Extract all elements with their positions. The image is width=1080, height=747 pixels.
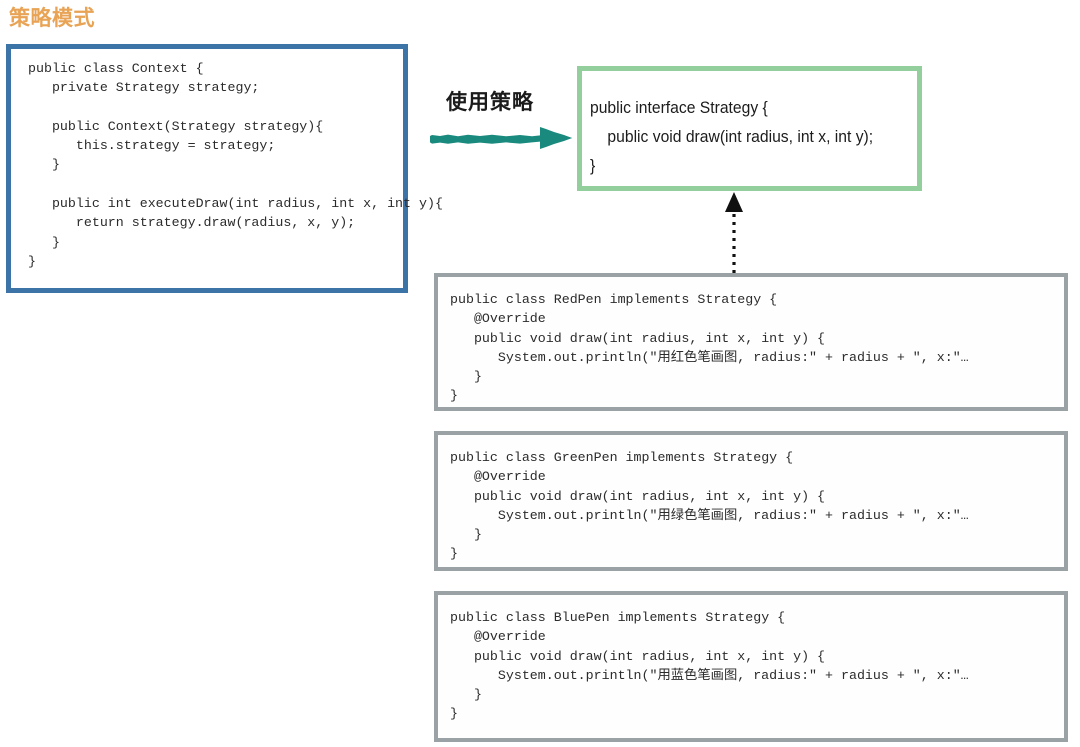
bluepen-class-box: public class BluePen implements Strategy…: [434, 591, 1068, 742]
bluepen-class-code: public class BluePen implements Strategy…: [450, 610, 969, 722]
use-strategy-label: 使用策略: [446, 91, 534, 114]
strategy-interface-code: public interface Strategy { public void …: [590, 99, 874, 175]
realization-arrow-icon: [725, 192, 743, 276]
strategy-interface-box: public interface Strategy { public void …: [577, 66, 922, 191]
greenpen-class-box: public class GreenPen implements Strateg…: [434, 431, 1068, 571]
context-class-box: public class Context { private Strategy …: [6, 44, 443, 293]
redpen-class-box: public class RedPen implements Strategy …: [434, 273, 1068, 411]
use-strategy-arrow-icon: [430, 127, 572, 149]
page-title: 策略模式: [9, 7, 95, 30]
redpen-class-code: public class RedPen implements Strategy …: [450, 292, 969, 404]
greenpen-class-code: public class GreenPen implements Strateg…: [450, 450, 969, 562]
context-class-code: public class Context { private Strategy …: [28, 61, 443, 269]
